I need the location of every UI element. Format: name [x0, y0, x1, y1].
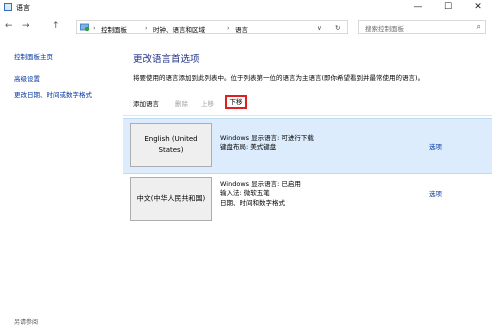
close-button[interactable]: ✕	[464, 0, 492, 15]
display-language-status: Windows 显示语言: 已启用	[220, 180, 301, 188]
page-description: 将要使用的语言添加到此列表中。位于列表第一位的语言为主语言(即你希望看到并最常使…	[133, 74, 425, 82]
language-name: 中文(中华人民共和国)	[136, 194, 206, 203]
language-row[interactable]: 中文(中华人民共和国) Windows 显示语言: 已启用 输入法: 微软五笔 …	[123, 173, 492, 227]
input-method: 输入法: 微软五笔	[220, 189, 270, 198]
dropdown-icon[interactable]: ∨	[317, 24, 322, 32]
language-name-button[interactable]: 中文(中华人民共和国)	[130, 177, 212, 221]
add-language-button[interactable]: 添加语言	[133, 98, 159, 108]
forward-arrow-icon[interactable]: →	[22, 21, 30, 31]
address-bar: ← → ↑ › 控制面板 › 时钟、语言和区域 › 语言 ∨ ↻ 搜索控制面板 …	[0, 18, 492, 36]
options-link[interactable]: 选项	[429, 188, 442, 198]
move-up-button[interactable]: 上移	[201, 98, 214, 108]
language-details: Windows 显示语言: 已启用 输入法: 微软五笔 日期、时间和数字格式	[220, 180, 301, 208]
breadcrumb-control-panel[interactable]: 控制面板	[101, 24, 127, 34]
breadcrumb-clock-language-region[interactable]: 时钟、语言和区域	[153, 24, 205, 34]
sidebar-item-advanced-settings[interactable]: 高级设置	[14, 73, 40, 83]
sidebar-item-change-date-time-format[interactable]: 更改日期、时间或数字格式	[14, 89, 92, 99]
maximize-button[interactable]: ☐	[434, 0, 462, 15]
language-app-icon	[4, 3, 12, 11]
display-language-status: Windows 显示语言: 可进行下载	[220, 134, 314, 142]
language-row[interactable]: English (United States) Windows 显示语言: 可进…	[123, 118, 492, 174]
search-icon[interactable]: ⌕	[477, 22, 481, 32]
minimize-button[interactable]: —	[404, 0, 432, 15]
language-details: Windows 显示语言: 可进行下载 键盘布局: 美式键盘	[220, 134, 314, 153]
sidebar-see-also: 另请参阅	[14, 319, 39, 326]
keyboard-layout: 键盘布局: 美式键盘	[220, 143, 277, 152]
remove-button[interactable]: 删除	[175, 98, 188, 108]
up-arrow-icon[interactable]: ↑	[52, 21, 60, 31]
title-bar: 语言 — ☐ ✕	[0, 0, 492, 15]
language-name: English (United States)	[144, 135, 198, 154]
breadcrumb-separator: ›	[145, 24, 148, 32]
move-down-button[interactable]: 下移	[225, 95, 247, 109]
search-placeholder: 搜索控制面板	[365, 25, 404, 33]
window-title: 语言	[16, 4, 30, 12]
sidebar-item-control-panel-home[interactable]: 控制面板主页	[14, 51, 53, 61]
control-panel-icon	[80, 23, 90, 32]
options-link[interactable]: 选项	[429, 141, 442, 151]
breadcrumb-separator: ›	[227, 24, 230, 32]
search-input[interactable]: 搜索控制面板 ⌕	[358, 20, 486, 34]
breadcrumb-separator: ›	[93, 24, 96, 32]
breadcrumb-language[interactable]: 语言	[235, 24, 248, 34]
date-time-format: 日期、时间和数字格式	[220, 198, 285, 207]
language-list: English (United States) Windows 显示语言: 可进…	[123, 115, 492, 321]
refresh-icon[interactable]: ↻	[335, 24, 340, 32]
page-title: 更改语言首选项	[133, 54, 200, 65]
back-arrow-icon[interactable]: ←	[5, 21, 13, 31]
breadcrumb[interactable]: › 控制面板 › 时钟、语言和区域 › 语言 ∨ ↻	[76, 20, 348, 34]
language-name-button[interactable]: English (United States)	[130, 123, 212, 167]
